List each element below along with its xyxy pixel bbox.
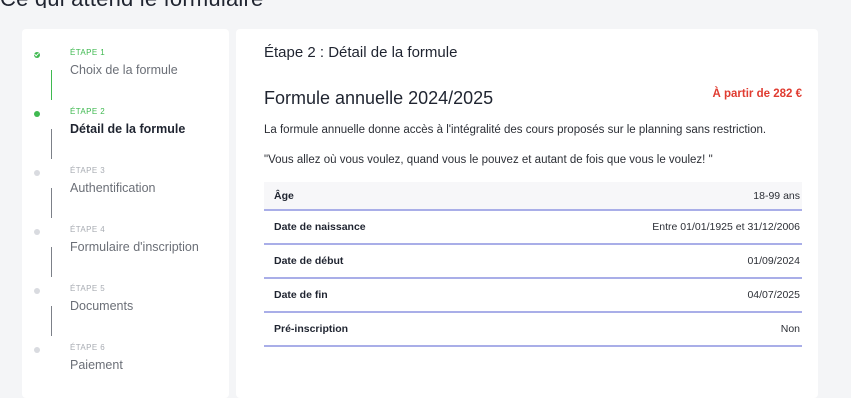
pending-dot-icon <box>34 288 40 294</box>
formula-title: Formule annuelle 2024/2025 <box>264 88 494 108</box>
table-row: Date de début 01/09/2024 <box>264 245 802 279</box>
active-dot-icon <box>34 111 40 117</box>
formula-details-table: Âge 18-99 ans Date de naissance Entre 01… <box>264 182 802 347</box>
step-number: ÉTAPE 4 <box>70 225 106 234</box>
step-label: Détail de la formule <box>70 122 186 136</box>
table-row: Pré-inscription Non <box>264 313 802 347</box>
formula-description: La formule annuelle donne accès à l'inté… <box>264 124 767 136</box>
table-row: Date de naissance Entre 01/01/1925 et 31… <box>264 211 802 245</box>
price-label: À partir de 282 € <box>712 88 802 100</box>
step-connector <box>51 129 52 159</box>
row-value: Entre 01/01/1925 et 31/12/2006 <box>652 221 800 233</box>
page-heading-cut: Ce qui attend le formulaire <box>0 0 851 8</box>
step-label: Formulaire d'inscription <box>70 240 199 254</box>
step-connector <box>51 306 52 336</box>
formula-quote: "Vous allez où vous voulez, quand vous l… <box>264 154 713 166</box>
row-key: Pré-inscription <box>274 323 349 335</box>
table-row: Date de fin 04/07/2025 <box>264 279 802 313</box>
step-label: Choix de la formule <box>70 63 178 77</box>
step-number: ÉTAPE 3 <box>70 166 106 175</box>
row-key: Date de fin <box>274 289 328 301</box>
step-number: ÉTAPE 2 <box>70 107 106 116</box>
step-number: ÉTAPE 1 <box>70 48 106 57</box>
step-number: ÉTAPE 6 <box>70 343 106 352</box>
step-title: Étape 2 : Détail de la formule <box>264 44 458 61</box>
row-key: Âge <box>274 190 294 202</box>
row-value: 01/09/2024 <box>747 255 800 267</box>
step-connector <box>51 70 52 100</box>
step-number: ÉTAPE 5 <box>70 284 106 293</box>
row-key: Date de début <box>274 255 344 267</box>
step-connector <box>51 188 52 218</box>
pending-dot-icon <box>34 229 40 235</box>
row-key: Date de naissance <box>274 221 366 233</box>
table-row: Âge 18-99 ans <box>264 182 802 211</box>
pending-dot-icon <box>34 347 40 353</box>
formula-detail-panel: Étape 2 : Détail de la formule Formule a… <box>236 29 818 398</box>
check-icon <box>34 52 40 58</box>
row-value: 18-99 ans <box>753 190 800 202</box>
step-connector <box>51 247 52 277</box>
pending-dot-icon <box>34 170 40 176</box>
steps-sidebar: ÉTAPE 1 Choix de la formule ÉTAPE 2 Déta… <box>22 29 229 398</box>
row-value: 04/07/2025 <box>747 289 800 301</box>
row-value: Non <box>780 323 800 335</box>
step-label: Paiement <box>70 358 123 372</box>
step-label: Authentification <box>70 181 156 195</box>
step-label: Documents <box>70 299 134 313</box>
